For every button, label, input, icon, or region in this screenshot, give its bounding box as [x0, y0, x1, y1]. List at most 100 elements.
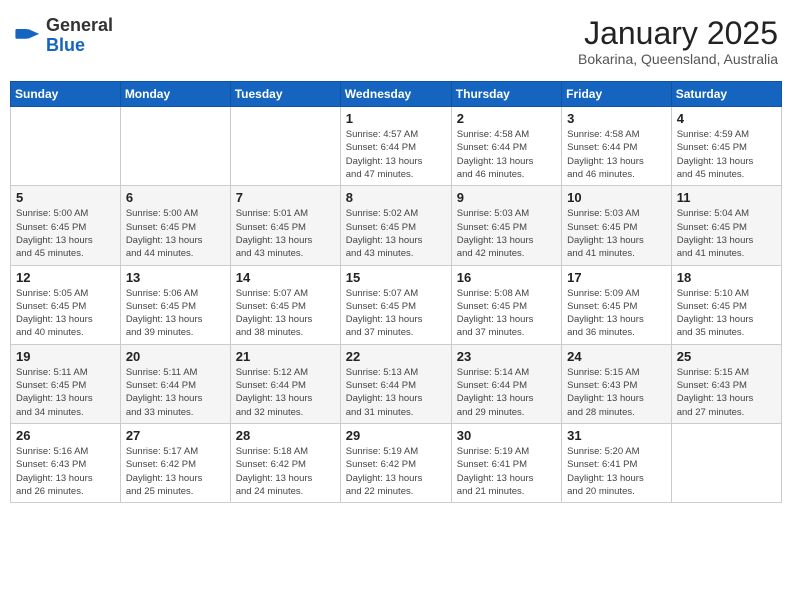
day-info: Sunrise: 5:19 AM Sunset: 6:42 PM Dayligh… — [346, 445, 446, 498]
day-info: Sunrise: 5:07 AM Sunset: 6:45 PM Dayligh… — [236, 287, 335, 340]
calendar-cell: 28 Sunrise: 5:18 AM Sunset: 6:42 PM Dayli… — [230, 423, 340, 502]
day-number: 21 — [236, 349, 335, 364]
day-number: 27 — [126, 428, 225, 443]
calendar-week-4: 19 Sunrise: 5:11 AM Sunset: 6:45 PM Dayli… — [11, 344, 782, 423]
calendar-week-5: 26Sunrise: 5:16 AM Sunset: 6:43 PM Dayli… — [11, 423, 782, 502]
calendar-cell: 23 Sunrise: 5:14 AM Sunset: 6:44 PM Dayli… — [451, 344, 561, 423]
day-info: Sunrise: 4:58 AM Sunset: 6:44 PM Dayligh… — [567, 128, 666, 181]
day-info: Sunrise: 5:07 AM Sunset: 6:45 PM Dayligh… — [346, 287, 446, 340]
calendar-cell: 31 Sunrise: 5:20 AM Sunset: 6:41 PM Dayli… — [562, 423, 672, 502]
day-number: 5 — [16, 190, 115, 205]
day-header-tuesday: Tuesday — [230, 82, 340, 107]
day-number: 11 — [677, 190, 776, 205]
calendar-cell: 9 Sunrise: 5:03 AM Sunset: 6:45 PM Daylig… — [451, 186, 561, 265]
calendar-cell — [11, 107, 121, 186]
day-info: Sunrise: 5:20 AM Sunset: 6:41 PM Dayligh… — [567, 445, 666, 498]
day-header-friday: Friday — [562, 82, 672, 107]
calendar-cell: 22 Sunrise: 5:13 AM Sunset: 6:44 PM Dayli… — [340, 344, 451, 423]
day-number: 20 — [126, 349, 225, 364]
calendar-cell: 7 Sunrise: 5:01 AM Sunset: 6:45 PM Daylig… — [230, 186, 340, 265]
day-header-monday: Monday — [120, 82, 230, 107]
day-info: Sunrise: 5:11 AM Sunset: 6:45 PM Dayligh… — [16, 366, 115, 419]
calendar-cell: 10 Sunrise: 5:03 AM Sunset: 6:45 PM Dayli… — [562, 186, 672, 265]
day-header-sunday: Sunday — [11, 82, 121, 107]
calendar-cell: 16Sunrise: 5:08 AM Sunset: 6:45 PM Dayli… — [451, 265, 561, 344]
calendar-cell: 1 Sunrise: 4:57 AM Sunset: 6:44 PM Daylig… — [340, 107, 451, 186]
calendar-cell: 24 Sunrise: 5:15 AM Sunset: 6:43 PM Dayli… — [562, 344, 672, 423]
day-number: 8 — [346, 190, 446, 205]
day-info: Sunrise: 5:04 AM Sunset: 6:45 PM Dayligh… — [677, 207, 776, 260]
calendar-cell: 26Sunrise: 5:16 AM Sunset: 6:43 PM Dayli… — [11, 423, 121, 502]
day-info: Sunrise: 4:57 AM Sunset: 6:44 PM Dayligh… — [346, 128, 446, 181]
day-number: 12 — [16, 270, 115, 285]
day-info: Sunrise: 5:17 AM Sunset: 6:42 PM Dayligh… — [126, 445, 225, 498]
day-number: 4 — [677, 111, 776, 126]
calendar-cell: 5Sunrise: 5:00 AM Sunset: 6:45 PM Daylig… — [11, 186, 121, 265]
calendar-week-3: 12 Sunrise: 5:05 AM Sunset: 6:45 PM Dayli… — [11, 265, 782, 344]
day-number: 10 — [567, 190, 666, 205]
day-number: 23 — [457, 349, 556, 364]
day-info: Sunrise: 5:10 AM Sunset: 6:45 PM Dayligh… — [677, 287, 776, 340]
day-number: 2 — [457, 111, 556, 126]
day-number: 24 — [567, 349, 666, 364]
day-info: Sunrise: 5:03 AM Sunset: 6:45 PM Dayligh… — [567, 207, 666, 260]
day-number: 31 — [567, 428, 666, 443]
day-number: 3 — [567, 111, 666, 126]
day-info: Sunrise: 4:59 AM Sunset: 6:45 PM Dayligh… — [677, 128, 776, 181]
calendar-cell: 29 Sunrise: 5:19 AM Sunset: 6:42 PM Dayli… — [340, 423, 451, 502]
calendar-cell: 11 Sunrise: 5:04 AM Sunset: 6:45 PM Dayli… — [671, 186, 781, 265]
calendar-cell: 3 Sunrise: 4:58 AM Sunset: 6:44 PM Daylig… — [562, 107, 672, 186]
day-info: Sunrise: 5:00 AM Sunset: 6:45 PM Dayligh… — [126, 207, 225, 260]
day-info: Sunrise: 5:05 AM Sunset: 6:45 PM Dayligh… — [16, 287, 115, 340]
day-info: Sunrise: 5:02 AM Sunset: 6:45 PM Dayligh… — [346, 207, 446, 260]
day-info: Sunrise: 5:14 AM Sunset: 6:44 PM Dayligh… — [457, 366, 556, 419]
day-info: Sunrise: 5:15 AM Sunset: 6:43 PM Dayligh… — [677, 366, 776, 419]
calendar-cell: 6Sunrise: 5:00 AM Sunset: 6:45 PM Daylig… — [120, 186, 230, 265]
day-info: Sunrise: 4:58 AM Sunset: 6:44 PM Dayligh… — [457, 128, 556, 181]
calendar-week-2: 5 Sunrise: 5:00 AM Sunset: 6:45 PM Daylig… — [11, 186, 782, 265]
calendar-cell: 17 Sunrise: 5:09 AM Sunset: 6:45 PM Dayli… — [562, 265, 672, 344]
day-number: 13 — [126, 270, 225, 285]
logo-blue: Blue — [46, 35, 85, 55]
day-info: Sunrise: 5:12 AM Sunset: 6:44 PM Dayligh… — [236, 366, 335, 419]
calendar-cell: 8 Sunrise: 5:02 AM Sunset: 6:45 PM Daylig… — [340, 186, 451, 265]
day-number: 15 — [346, 270, 446, 285]
calendar-header-row: SundayMondayTuesdayWednesdayThursdayFrid… — [11, 82, 782, 107]
page-header: General Blue January 2025 Bokarina, Quee… — [10, 10, 782, 73]
day-info: Sunrise: 5:06 AM Sunset: 6:45 PM Dayligh… — [126, 287, 225, 340]
day-number: 16 — [457, 270, 556, 285]
day-info: Sunrise: 5:13 AM Sunset: 6:44 PM Dayligh… — [346, 366, 446, 419]
day-info: Sunrise: 5:19 AM Sunset: 6:41 PM Dayligh… — [457, 445, 556, 498]
calendar-cell: 14Sunrise: 5:07 AM Sunset: 6:45 PM Dayli… — [230, 265, 340, 344]
day-number: 28 — [236, 428, 335, 443]
day-number: 1 — [346, 111, 446, 126]
month-title: January 2025 — [578, 16, 778, 51]
day-number: 18 — [677, 270, 776, 285]
calendar-table: SundayMondayTuesdayWednesdayThursdayFrid… — [10, 81, 782, 503]
title-block: January 2025 Bokarina, Queensland, Austr… — [578, 16, 778, 67]
day-info: Sunrise: 5:15 AM Sunset: 6:43 PM Dayligh… — [567, 366, 666, 419]
day-number: 9 — [457, 190, 556, 205]
day-number: 22 — [346, 349, 446, 364]
day-info: Sunrise: 5:01 AM Sunset: 6:45 PM Dayligh… — [236, 207, 335, 260]
logo: General Blue — [14, 16, 113, 56]
calendar-cell: 20 Sunrise: 5:11 AM Sunset: 6:44 PM Dayli… — [120, 344, 230, 423]
day-number: 7 — [236, 190, 335, 205]
day-info: Sunrise: 5:18 AM Sunset: 6:42 PM Dayligh… — [236, 445, 335, 498]
calendar-cell: 18 Sunrise: 5:10 AM Sunset: 6:45 PM Dayli… — [671, 265, 781, 344]
day-info: Sunrise: 5:03 AM Sunset: 6:45 PM Dayligh… — [457, 207, 556, 260]
calendar-week-1: 1 Sunrise: 4:57 AM Sunset: 6:44 PM Daylig… — [11, 107, 782, 186]
day-number: 26 — [16, 428, 115, 443]
logo-general: General — [46, 15, 113, 35]
calendar-cell: 27 Sunrise: 5:17 AM Sunset: 6:42 PM Dayli… — [120, 423, 230, 502]
day-number: 30 — [457, 428, 556, 443]
day-number: 29 — [346, 428, 446, 443]
day-info: Sunrise: 5:09 AM Sunset: 6:45 PM Dayligh… — [567, 287, 666, 340]
day-number: 17 — [567, 270, 666, 285]
calendar-cell: 2 Sunrise: 4:58 AM Sunset: 6:44 PM Daylig… — [451, 107, 561, 186]
calendar-cell: 21 Sunrise: 5:12 AM Sunset: 6:44 PM Dayli… — [230, 344, 340, 423]
day-number: 25 — [677, 349, 776, 364]
day-number: 19 — [16, 349, 115, 364]
calendar-cell — [230, 107, 340, 186]
day-info: Sunrise: 5:11 AM Sunset: 6:44 PM Dayligh… — [126, 366, 225, 419]
